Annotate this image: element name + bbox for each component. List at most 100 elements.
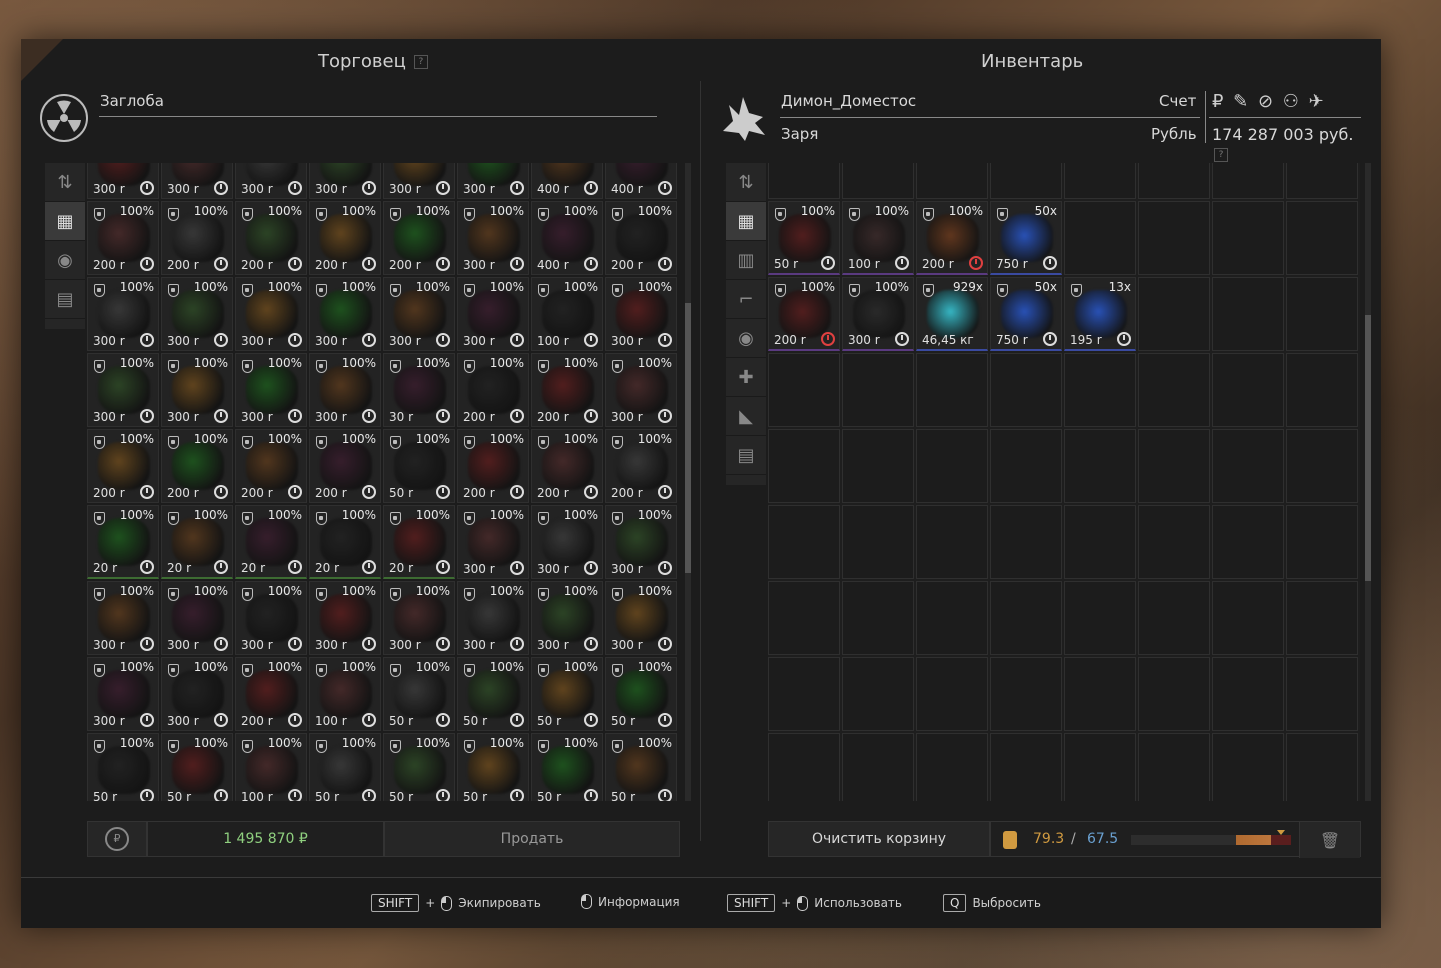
inventory-empty-cell[interactable] <box>1286 163 1358 199</box>
inventory-empty-cell[interactable] <box>1064 505 1136 579</box>
trader-item-cell[interactable]: 100% 300 r <box>605 581 677 655</box>
artifact-filter-button[interactable]: ◉ <box>45 241 85 280</box>
trader-item-cell[interactable]: 100% 50 r <box>605 657 677 731</box>
inventory-empty-cell[interactable] <box>768 353 840 427</box>
trader-item-cell[interactable]: 400 r <box>605 163 677 199</box>
inv-sort-button[interactable]: ⇅ <box>726 163 766 202</box>
trash-icon[interactable]: 🗑 <box>1299 822 1360 858</box>
inventory-empty-cell[interactable] <box>1064 581 1136 655</box>
inventory-empty-cell[interactable] <box>990 429 1062 503</box>
inventory-item-cell[interactable]: 100% 50 r <box>768 201 840 275</box>
inventory-empty-cell[interactable] <box>1286 353 1358 427</box>
armor-filter-button[interactable]: ▥ <box>726 241 766 280</box>
inventory-empty-cell[interactable] <box>842 163 914 199</box>
trader-item-cell[interactable]: 100% 200 r <box>87 201 159 275</box>
trader-item-cell[interactable]: 100% 200 r <box>531 353 603 427</box>
sell-button[interactable]: Продать <box>384 821 680 857</box>
inventory-empty-cell[interactable] <box>1286 733 1358 801</box>
trader-item-cell[interactable]: 100% 300 r <box>87 353 159 427</box>
trader-item-cell[interactable]: 100% 50 r <box>457 733 529 801</box>
inventory-empty-cell[interactable] <box>768 657 840 731</box>
inventory-item-cell[interactable]: 100% 200 r <box>916 201 988 275</box>
trader-item-cell[interactable]: 100% 50 r <box>383 733 455 801</box>
trader-item-cell[interactable]: 100% 300 r <box>161 353 233 427</box>
inventory-item-cell[interactable]: 929x 46,45 кг <box>916 277 988 351</box>
trader-item-cell[interactable]: 100% 20 r <box>309 505 381 579</box>
trader-item-cell[interactable]: 300 r <box>309 163 381 199</box>
inventory-empty-cell[interactable] <box>990 581 1062 655</box>
inventory-empty-cell[interactable] <box>842 581 914 655</box>
inventory-item-cell[interactable]: 50x 750 r <box>990 201 1062 275</box>
trader-item-cell[interactable]: 100% 300 r <box>383 581 455 655</box>
trader-item-cell[interactable]: 100% 400 r <box>531 201 603 275</box>
inventory-empty-cell[interactable] <box>1138 277 1210 351</box>
inventory-empty-cell[interactable] <box>1212 733 1284 801</box>
trader-item-cell[interactable]: 100% 50 r <box>531 733 603 801</box>
trader-item-cell[interactable]: 100% 300 r <box>605 505 677 579</box>
inventory-empty-cell[interactable] <box>990 657 1062 731</box>
trader-item-cell[interactable]: 100% 50 r <box>383 657 455 731</box>
trader-item-cell[interactable]: 100% 300 r <box>161 277 233 351</box>
inventory-empty-cell[interactable] <box>1138 733 1210 801</box>
inventory-empty-cell[interactable] <box>842 353 914 427</box>
inv-misc-filter-button[interactable]: ▤ <box>726 436 766 475</box>
trader-item-cell[interactable]: 100% 300 r <box>87 657 159 731</box>
inventory-empty-cell[interactable] <box>768 429 840 503</box>
ammo-filter-button[interactable]: ◣ <box>726 397 766 436</box>
trader-item-cell[interactable]: 100% 300 r <box>605 353 677 427</box>
trader-item-cell[interactable]: 100% 300 r <box>383 277 455 351</box>
inventory-empty-cell[interactable] <box>1064 201 1136 275</box>
inventory-empty-cell[interactable] <box>1138 657 1210 731</box>
trader-item-cell[interactable]: 100% 20 r <box>235 505 307 579</box>
inventory-empty-cell[interactable] <box>1138 163 1210 199</box>
inventory-scroll-thumb[interactable] <box>1365 315 1371 581</box>
inventory-empty-cell[interactable] <box>1138 581 1210 655</box>
grid-all-button[interactable]: ▦ <box>45 202 85 241</box>
inventory-item-cell[interactable]: 13x 195 r <box>1064 277 1136 351</box>
trader-item-cell[interactable]: 100% 300 r <box>531 581 603 655</box>
trader-item-cell[interactable]: 100% 300 r <box>457 505 529 579</box>
trader-item-cell[interactable]: 100% 50 r <box>87 733 159 801</box>
weapon-filter-button[interactable]: ⌐ <box>726 280 766 319</box>
trader-item-cell[interactable]: 100% 200 r <box>87 429 159 503</box>
inventory-empty-cell[interactable] <box>1212 505 1284 579</box>
trader-item-cell[interactable]: 100% 300 r <box>309 581 381 655</box>
ruble-button[interactable]: ₽ <box>87 821 147 857</box>
trader-item-cell[interactable]: 100% 200 r <box>383 201 455 275</box>
inventory-empty-cell[interactable] <box>1138 353 1210 427</box>
trader-item-cell[interactable]: 100% 100 r <box>235 733 307 801</box>
trader-item-cell[interactable]: 100% 30 r <box>383 353 455 427</box>
trader-item-cell[interactable]: 100% 50 r <box>309 733 381 801</box>
trader-item-cell[interactable]: 100% 200 r <box>457 429 529 503</box>
inventory-empty-cell[interactable] <box>1138 429 1210 503</box>
inventory-empty-cell[interactable] <box>916 733 988 801</box>
medkit-filter-button[interactable]: ✚ <box>726 358 766 397</box>
inventory-empty-cell[interactable] <box>1064 429 1136 503</box>
inventory-empty-cell[interactable] <box>1064 163 1136 199</box>
inventory-empty-cell[interactable] <box>842 429 914 503</box>
trader-item-cell[interactable]: 100% 300 r <box>87 581 159 655</box>
sort-button[interactable]: ⇅ <box>45 163 85 202</box>
inventory-empty-cell[interactable] <box>1212 353 1284 427</box>
trader-item-cell[interactable]: 100% 200 r <box>161 201 233 275</box>
inventory-empty-cell[interactable] <box>768 733 840 801</box>
trader-item-cell[interactable]: 100% 50 r <box>605 733 677 801</box>
inventory-empty-cell[interactable] <box>916 163 988 199</box>
inventory-item-cell[interactable]: 50x 750 r <box>990 277 1062 351</box>
inv-grid-all-button[interactable]: ▦ <box>726 202 766 241</box>
trader-item-cell[interactable]: 100% 300 r <box>235 581 307 655</box>
inventory-empty-cell[interactable] <box>990 163 1062 199</box>
trader-item-cell[interactable]: 100% 200 r <box>605 429 677 503</box>
trader-item-cell[interactable]: 100% 300 r <box>457 581 529 655</box>
inventory-empty-cell[interactable] <box>768 163 840 199</box>
trader-item-cell[interactable]: 100% 50 r <box>457 657 529 731</box>
trader-item-cell[interactable]: 100% 200 r <box>309 201 381 275</box>
trader-item-cell[interactable]: 100% 200 r <box>457 353 529 427</box>
trader-item-cell[interactable]: 100% 300 r <box>161 581 233 655</box>
clear-cart-button[interactable]: Очистить корзину <box>768 821 990 857</box>
inventory-scrollbar[interactable] <box>1365 163 1371 801</box>
inventory-empty-cell[interactable] <box>1138 505 1210 579</box>
inventory-empty-cell[interactable] <box>990 353 1062 427</box>
inventory-empty-cell[interactable] <box>1286 581 1358 655</box>
trader-item-cell[interactable]: 100% 20 r <box>383 505 455 579</box>
